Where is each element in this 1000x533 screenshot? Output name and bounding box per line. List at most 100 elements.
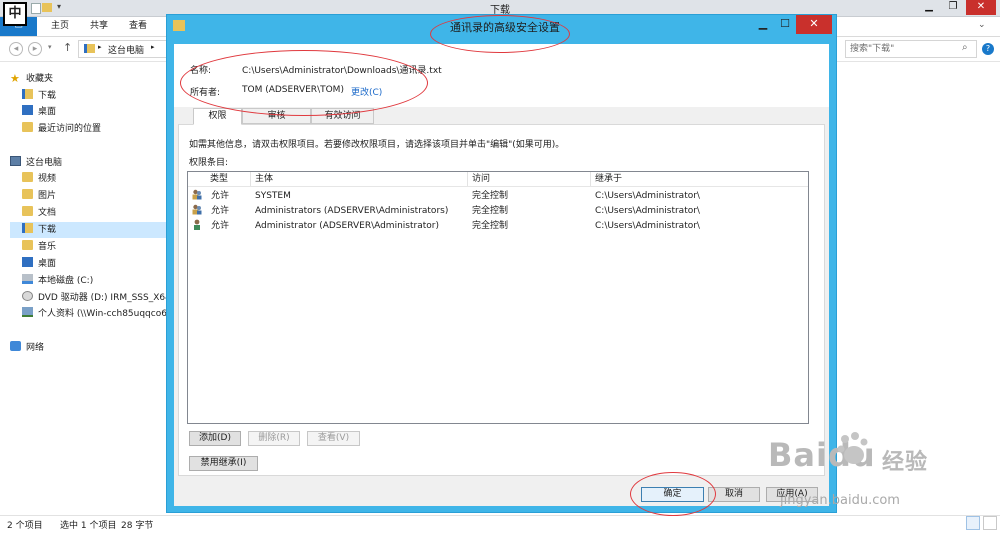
- forward-arrow-icon[interactable]: ▸: [28, 42, 42, 56]
- help-icon[interactable]: ?: [982, 43, 994, 55]
- quick-access-folder-icon[interactable]: [42, 3, 52, 12]
- nav-pc-share[interactable]: 个人资料 (\\Win-cch85uqqco6): [22, 306, 170, 322]
- row-type: 允许: [211, 221, 230, 231]
- nav-pc-downloads[interactable]: 下载: [10, 222, 177, 238]
- nav-label: 视频: [38, 174, 57, 184]
- tab-auditing[interactable]: 审核: [242, 108, 311, 124]
- recent-dropdown-icon[interactable]: ▾: [48, 43, 52, 51]
- status-selection: 选中 1 个项目: [60, 521, 117, 531]
- nav-pc-desktop[interactable]: 桌面: [22, 256, 56, 272]
- column-access[interactable]: 访问: [468, 172, 591, 186]
- remove-button[interactable]: 删除(R): [248, 431, 300, 446]
- dialog-title: 通讯录的高级安全设置: [450, 21, 560, 34]
- row-principal: SYSTEM: [255, 191, 291, 201]
- nav-pc-music[interactable]: 音乐: [22, 239, 56, 255]
- videos-folder-icon: [22, 172, 33, 182]
- dialog-close-button[interactable]: ✕: [796, 15, 832, 34]
- drive-icon: [22, 274, 33, 284]
- watermark-url: jingyan.baidu.com: [780, 493, 900, 508]
- ribbon-tab-share[interactable]: 共享: [90, 17, 108, 36]
- user-icon: [194, 219, 200, 230]
- computer-icon: [10, 156, 21, 166]
- nav-network[interactable]: 网络: [10, 340, 44, 356]
- users-group-icon: [192, 204, 202, 215]
- ribbon-tab-view[interactable]: 查看: [129, 17, 147, 36]
- recent-places-icon: [22, 122, 33, 132]
- back-arrow-icon[interactable]: ◂: [9, 42, 23, 56]
- row-access: 完全控制: [472, 206, 509, 216]
- tab-permissions[interactable]: 权限: [193, 108, 242, 125]
- dialog-maximize-button[interactable]: ☐: [774, 15, 796, 34]
- nav-network-label: 网络: [26, 343, 45, 353]
- explorer-close-button[interactable]: ✕: [966, 0, 996, 15]
- nav-label: 本地磁盘 (C:): [38, 276, 94, 286]
- owner-label: 所有者:: [190, 88, 221, 98]
- nav-fav-desktop[interactable]: 桌面: [22, 104, 56, 120]
- status-item-count: 2 个项目: [7, 521, 43, 531]
- nav-pc-documents[interactable]: 文档: [22, 205, 56, 221]
- nav-label: 音乐: [38, 242, 57, 252]
- row-access: 完全控制: [472, 191, 509, 201]
- watermark-product: 经验: [882, 450, 929, 475]
- view-button[interactable]: 查看(V): [307, 431, 360, 446]
- row-principal: Administrators (ADSERVER\Administrators): [255, 206, 449, 216]
- change-owner-link[interactable]: 更改(C): [351, 85, 382, 98]
- music-folder-icon: [22, 240, 33, 250]
- nav-label: 图片: [38, 191, 57, 201]
- quick-access-menu-icon[interactable]: ▾: [57, 2, 61, 11]
- dialog-folder-icon: [173, 20, 185, 31]
- row-type: 允许: [211, 206, 230, 216]
- column-principal[interactable]: 主体: [251, 172, 468, 186]
- column-type[interactable]: 类型: [206, 172, 251, 186]
- row-inherited: C:\Users\Administrator\: [595, 221, 700, 231]
- nav-pc-local-disk[interactable]: 本地磁盘 (C:): [22, 273, 93, 289]
- row-type: 允许: [211, 191, 230, 201]
- ok-button[interactable]: 确定: [641, 487, 704, 502]
- nav-pc-pictures[interactable]: 图片: [22, 188, 56, 204]
- owner-value: TOM (ADSERVER\TOM): [242, 85, 344, 95]
- info-text: 如需其他信息，请双击权限项目。若要修改权限项目，请选择该项目并单击"编辑"(如果…: [189, 140, 565, 150]
- downloads-folder-icon: [22, 223, 33, 233]
- nav-label: 个人资料 (\\Win-cch85uqqco6): [38, 309, 171, 319]
- nav-label: 桌面: [38, 259, 57, 269]
- pictures-folder-icon: [22, 189, 33, 199]
- nav-label: 最近访问的位置: [38, 124, 102, 134]
- nav-fav-recent[interactable]: 最近访问的位置: [22, 121, 101, 137]
- add-button[interactable]: 添加(D): [189, 431, 241, 446]
- address-separator[interactable]: ▸: [98, 43, 102, 51]
- disable-inheritance-button[interactable]: 禁用继承(I): [189, 456, 258, 471]
- quick-access-doc-icon[interactable]: [31, 3, 41, 14]
- users-group-icon: [192, 189, 202, 200]
- large-icons-view-icon[interactable]: [983, 516, 997, 530]
- nav-pc-dvd[interactable]: DVD 驱动器 (D:) IRM_SSS_X64F: [22, 290, 166, 306]
- downloads-folder-icon: [22, 89, 33, 99]
- nav-pc-videos[interactable]: 视频: [22, 171, 56, 187]
- nav-fav-downloads[interactable]: 下载: [22, 88, 56, 104]
- details-view-icon[interactable]: [966, 516, 980, 530]
- explorer-minimize-button[interactable]: ▁: [918, 0, 940, 15]
- name-value: C:\Users\Administrator\Downloads\通讯录.txt: [242, 66, 442, 76]
- nav-label: 桌面: [38, 107, 57, 117]
- nav-label: 下载: [38, 91, 57, 101]
- nav-favorites-label: 收藏夹: [26, 74, 54, 84]
- address-separator-2[interactable]: ▸: [151, 43, 155, 51]
- column-inherited-from[interactable]: 继承于: [591, 172, 808, 186]
- address-crumb-this-pc[interactable]: 这台电脑: [108, 43, 144, 56]
- nav-label: DVD 驱动器 (D:) IRM_SSS_X64F: [38, 293, 166, 303]
- cancel-button[interactable]: 取消: [708, 487, 760, 502]
- ime-indicator[interactable]: 中: [3, 2, 27, 26]
- search-icon[interactable]: ⌕: [962, 42, 968, 53]
- desktop-icon: [22, 257, 33, 267]
- dialog-minimize-button[interactable]: ▁: [752, 15, 774, 34]
- nav-this-pc[interactable]: 这台电脑: [10, 155, 62, 171]
- nav-favorites[interactable]: ★ 收藏夹: [10, 71, 53, 87]
- nav-label: 下载: [38, 225, 57, 235]
- explorer-maximize-button[interactable]: ❐: [942, 0, 964, 15]
- ribbon-tab-home[interactable]: 主页: [51, 17, 69, 36]
- row-inherited: C:\Users\Administrator\: [595, 191, 700, 201]
- search-input[interactable]: 搜索"下载": [845, 40, 977, 58]
- up-arrow-icon[interactable]: ↑: [63, 41, 72, 54]
- ribbon-expand-icon[interactable]: ⌄: [978, 20, 986, 30]
- status-size: 28 字节: [121, 521, 154, 531]
- tab-effective-access[interactable]: 有效访问: [311, 108, 374, 124]
